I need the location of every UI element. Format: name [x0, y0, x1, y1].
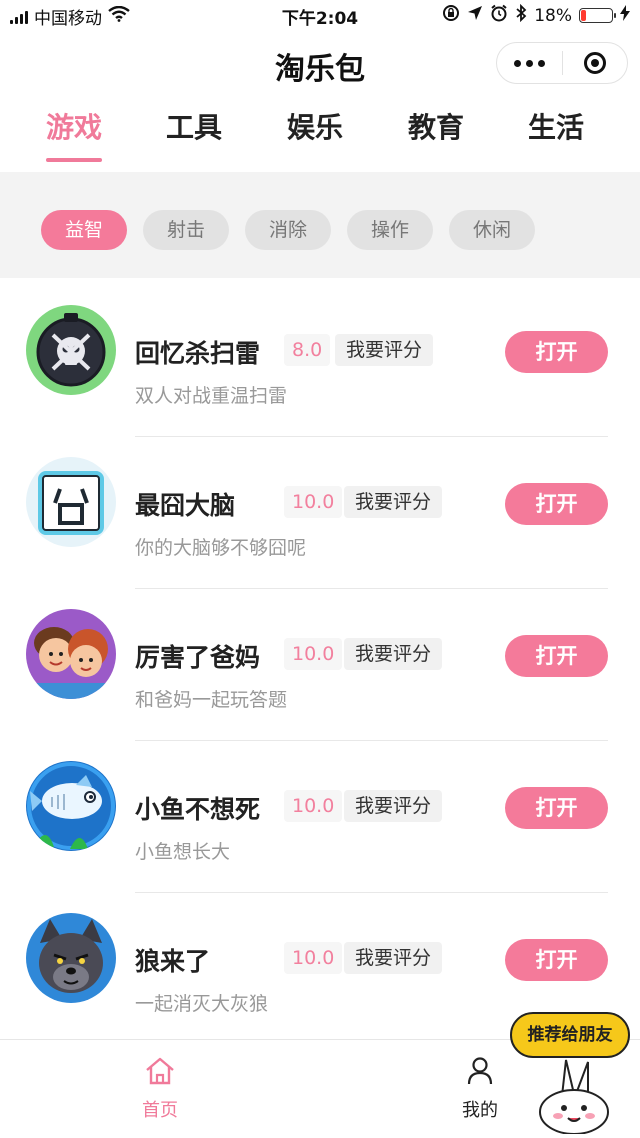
title-bar: 淘乐包 [0, 32, 640, 94]
lock-rotation-icon [442, 4, 460, 27]
jiong-character-icon [26, 457, 116, 547]
list-item[interactable]: 回忆杀扫雷 8.0 我要评分 双人对战重温扫雷 打开 [0, 278, 640, 437]
nav-mine[interactable]: 我的 [440, 1056, 520, 1122]
game-description: 一起消灭大灰狼 [135, 993, 269, 1015]
tab-education[interactable]: 教育 [376, 106, 496, 146]
miniprogram-capsule [496, 42, 628, 84]
game-description: 双人对战重温扫雷 [135, 385, 288, 407]
score-badge: 10.0 [284, 638, 343, 670]
wolf-icon [26, 913, 116, 1003]
miniprogram-target-icon [583, 52, 606, 74]
game-description: 和爸妈一起玩答题 [135, 689, 288, 711]
score-badge: 8.0 [284, 334, 331, 366]
game-title: 小鱼不想死 [135, 795, 261, 824]
rate-button[interactable]: 我要评分 [344, 638, 443, 670]
chip-puzzle[interactable]: 益智 [41, 210, 127, 250]
category-tabs: 游戏 工具 娱乐 教育 生活 [0, 98, 640, 170]
list-item[interactable]: 厉害了爸妈 10.0 我要评分 和爸妈一起玩答题 打开 [0, 582, 640, 741]
score-badge: 10.0 [284, 486, 343, 518]
charging-icon [620, 5, 630, 26]
nav-home-label: 首页 [142, 1100, 178, 1121]
game-description: 小鱼想长大 [135, 841, 231, 863]
score-badge: 10.0 [284, 790, 343, 822]
chip-casual[interactable]: 休闲 [449, 210, 535, 250]
home-icon [144, 1057, 176, 1090]
rate-button[interactable]: 我要评分 [344, 790, 443, 822]
parents-cartoon-icon [26, 609, 116, 699]
rabbit-mascot-icon [539, 1059, 609, 1134]
game-title: 狼来了 [135, 947, 211, 976]
status-bar: 中国移动 下午2:04 18% [0, 0, 640, 32]
game-title: 回忆杀扫雷 [135, 339, 261, 368]
chip-match[interactable]: 消除 [245, 210, 331, 250]
user-icon [466, 1057, 494, 1090]
game-title: 最囧大脑 [135, 491, 236, 520]
rate-button[interactable]: 我要评分 [335, 334, 434, 366]
chip-shooting[interactable]: 射击 [143, 210, 229, 250]
open-button[interactable]: 打开 [505, 787, 608, 829]
recommend-label: 推荐给朋友 [510, 1012, 630, 1058]
location-icon [467, 5, 483, 26]
recommend-sticker[interactable]: 推荐给朋友 [510, 1012, 632, 1134]
open-button[interactable]: 打开 [505, 939, 608, 981]
tab-tools[interactable]: 工具 [134, 106, 254, 146]
battery-icon [579, 8, 616, 23]
open-button[interactable]: 打开 [505, 331, 608, 373]
bluetooth-icon [515, 3, 527, 27]
active-tab-indicator [46, 158, 102, 162]
tab-life[interactable]: 生活 [496, 106, 616, 146]
more-dots-icon[interactable] [497, 59, 562, 67]
game-title: 厉害了爸妈 [135, 643, 261, 672]
rate-button[interactable]: 我要评分 [344, 942, 443, 974]
nav-mine-label: 我的 [462, 1100, 498, 1121]
open-button[interactable]: 打开 [505, 483, 608, 525]
nav-home[interactable]: 首页 [120, 1056, 200, 1122]
score-badge: 10.0 [284, 942, 343, 974]
alarm-icon [490, 4, 508, 27]
chip-action[interactable]: 操作 [347, 210, 433, 250]
fish-icon [26, 761, 116, 851]
close-miniprogram-button[interactable] [563, 52, 628, 74]
game-description: 你的大脑够不够囧呢 [135, 537, 307, 559]
rate-button[interactable]: 我要评分 [344, 486, 443, 518]
list-item[interactable]: 最囧大脑 10.0 我要评分 你的大脑够不够囧呢 打开 [0, 430, 640, 589]
battery-percent: 18% [534, 5, 572, 26]
tab-games[interactable]: 游戏 [14, 106, 134, 146]
open-button[interactable]: 打开 [505, 635, 608, 677]
subcategory-bar: 益智 射击 消除 操作 休闲 [0, 172, 640, 278]
list-item[interactable]: 小鱼不想死 10.0 我要评分 小鱼想长大 打开 [0, 734, 640, 893]
bomb-skull-icon [26, 305, 116, 395]
tab-entertainment[interactable]: 娱乐 [255, 106, 375, 146]
